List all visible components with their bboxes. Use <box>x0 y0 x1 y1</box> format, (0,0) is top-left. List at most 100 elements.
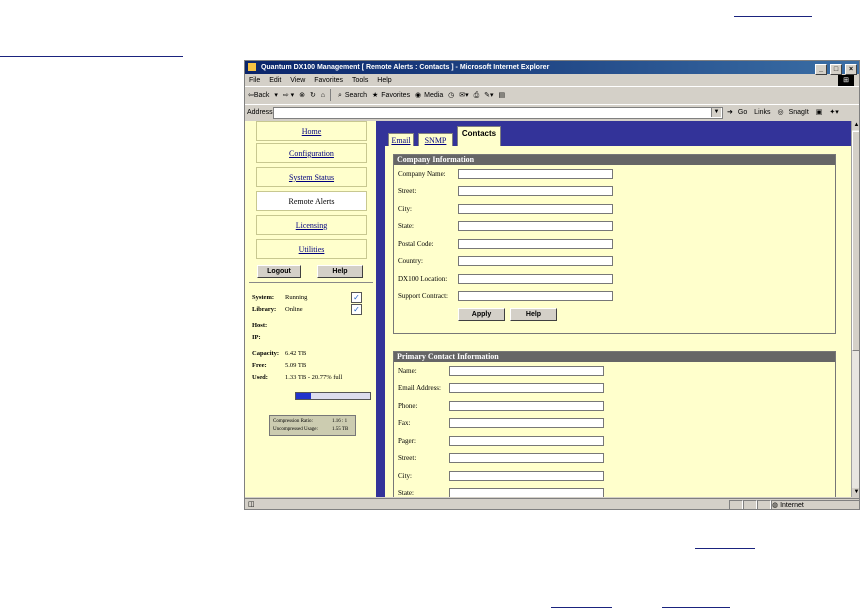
sidebar-item-licensing[interactable]: Licensing <box>256 215 367 235</box>
sidebar-item-remote-alerts[interactable]: Remote Alerts <box>256 191 367 211</box>
phone-field[interactable] <box>449 401 604 411</box>
menu-help[interactable]: Help <box>377 77 391 84</box>
phone-label: Phone: <box>398 402 418 410</box>
sidebar-item-system-status[interactable]: System Status <box>256 167 367 187</box>
maximize-button[interactable]: □ <box>830 64 843 75</box>
country-label: Country: <box>398 257 423 265</box>
close-button[interactable]: × <box>845 64 857 75</box>
page-done-icon: ◫ <box>248 501 255 508</box>
primary-contact-title: Primary Contact Information <box>394 352 835 362</box>
extra-tool-icon[interactable]: ✦▾ <box>829 109 838 116</box>
refresh-icon[interactable]: ↻ <box>310 92 316 99</box>
street-field[interactable] <box>458 186 613 196</box>
windows-logo-icon: ⊞ <box>838 75 854 86</box>
back-button[interactable]: ⇦Back <box>248 92 269 99</box>
sidebar-divider <box>249 282 373 283</box>
library-value: Online <box>285 306 303 313</box>
snagit-button[interactable]: SnagIt <box>789 109 809 116</box>
dx100-location-label: DX100 Location: <box>398 275 448 283</box>
company-information-title: Company Information <box>394 155 835 165</box>
capacity-value: 6.42 TB <box>285 350 307 357</box>
doc-rule-bottom-1 <box>695 548 755 549</box>
window-titlebar: Quantum DX100 Management [ Remote Alerts… <box>245 61 859 75</box>
tab-snmp[interactable]: SNMP <box>418 133 453 147</box>
uncompressed-value: 1.55 TB <box>332 427 349 432</box>
name-field[interactable] <box>449 366 604 376</box>
system-label: System: <box>252 294 275 301</box>
contact-street-label: Street: <box>398 454 417 462</box>
menu-edit[interactable]: Edit <box>269 77 281 84</box>
dx100-location-field[interactable] <box>458 274 613 284</box>
history-icon[interactable]: ◷ <box>448 92 454 99</box>
go-button[interactable]: Go <box>738 109 747 116</box>
status-bar: ◫ ◍ Internet <box>245 498 859 509</box>
company-name-field[interactable] <box>458 169 613 179</box>
go-arrow-icon[interactable]: ➜ <box>727 109 733 116</box>
library-check-icon: ✓ <box>351 304 362 315</box>
apply-button[interactable]: Apply <box>458 308 505 321</box>
mail-icon[interactable]: ✉▾ <box>459 92 468 99</box>
search-icon[interactable]: ⌕ <box>338 92 342 99</box>
forward-icon[interactable]: ⇨ ▾ <box>283 92 294 99</box>
country-field[interactable] <box>458 256 613 266</box>
scroll-thumb[interactable] <box>852 131 859 351</box>
contact-street-field[interactable] <box>449 453 604 463</box>
capture-icon[interactable]: ▣ <box>816 109 823 116</box>
menu-file[interactable]: File <box>249 77 260 84</box>
scroll-down-icon[interactable]: ▼ <box>852 488 859 497</box>
minimize-button[interactable]: _ <box>815 64 828 75</box>
home-icon[interactable]: ⌂ <box>321 92 325 99</box>
sidebar-help-button[interactable]: Help <box>317 265 363 278</box>
sidebar-item-configuration[interactable]: Configuration <box>256 143 367 163</box>
company-name-label: Company Name: <box>398 170 446 178</box>
state-field[interactable] <box>458 221 613 231</box>
capacity-row: Capacity: 6.42 TB <box>252 350 306 357</box>
chevron-down-icon[interactable]: ▾ <box>274 92 278 99</box>
uncompressed-label: Uncompressed Usage: <box>273 427 318 432</box>
media-icon[interactable]: ◉ <box>415 92 421 99</box>
vertical-scrollbar[interactable]: ▲ ▼ <box>851 121 859 497</box>
postal-code-field[interactable] <box>458 239 613 249</box>
company-help-button[interactable]: Help <box>510 308 557 321</box>
doc-rule-bottom-2 <box>551 607 612 608</box>
logout-button[interactable]: Logout <box>257 265 301 278</box>
fax-field[interactable] <box>449 418 604 428</box>
status-cell <box>743 500 757 509</box>
address-label: Address <box>247 109 273 116</box>
edit-icon[interactable]: ✎▾ <box>484 92 493 99</box>
scroll-up-icon[interactable]: ▲ <box>852 121 859 130</box>
doc-rule-left <box>0 56 183 57</box>
sidebar-item-home[interactable]: Home <box>256 121 367 141</box>
email-address-field[interactable] <box>449 383 604 393</box>
city-field[interactable] <box>458 204 613 214</box>
menu-view[interactable]: View <box>290 77 305 84</box>
menu-favorites[interactable]: Favorites <box>314 77 343 84</box>
favorites-icon[interactable]: ★ <box>372 92 378 99</box>
snagit-icon[interactable]: ◎ <box>777 109 783 116</box>
sidebar-item-utilities[interactable]: Utilities <box>256 239 367 259</box>
print-icon[interactable]: ⎙ <box>474 92 480 99</box>
search-button[interactable]: Search <box>345 92 367 99</box>
contact-city-field[interactable] <box>449 471 604 481</box>
contact-state-field[interactable] <box>449 488 604 497</box>
system-status-row: System: Running <box>252 294 307 301</box>
address-input[interactable] <box>273 107 723 119</box>
street-label: Street: <box>398 187 417 195</box>
discuss-icon[interactable]: ▤ <box>498 92 505 99</box>
browser-window: Quantum DX100 Management [ Remote Alerts… <box>244 60 860 510</box>
library-status-row: Library: Online <box>252 306 303 313</box>
favorites-button[interactable]: Favorites <box>381 92 410 99</box>
pager-field[interactable] <box>449 436 604 446</box>
media-button[interactable]: Media <box>424 92 443 99</box>
tab-email[interactable]: Email <box>388 133 414 147</box>
tab-contacts[interactable]: Contacts <box>457 126 501 147</box>
address-dropdown-icon[interactable]: ▼ <box>711 108 721 117</box>
support-contract-field[interactable] <box>458 291 613 301</box>
pager-label: Pager: <box>398 437 416 445</box>
menu-tools[interactable]: Tools <box>352 77 368 84</box>
contact-city-label: City: <box>398 472 413 480</box>
links-button[interactable]: Links <box>754 109 770 116</box>
stop-icon[interactable]: ⊗ <box>299 92 305 99</box>
contact-state-label: State: <box>398 489 414 497</box>
main-area: Email SNMP Contacts Company Information … <box>385 121 851 497</box>
